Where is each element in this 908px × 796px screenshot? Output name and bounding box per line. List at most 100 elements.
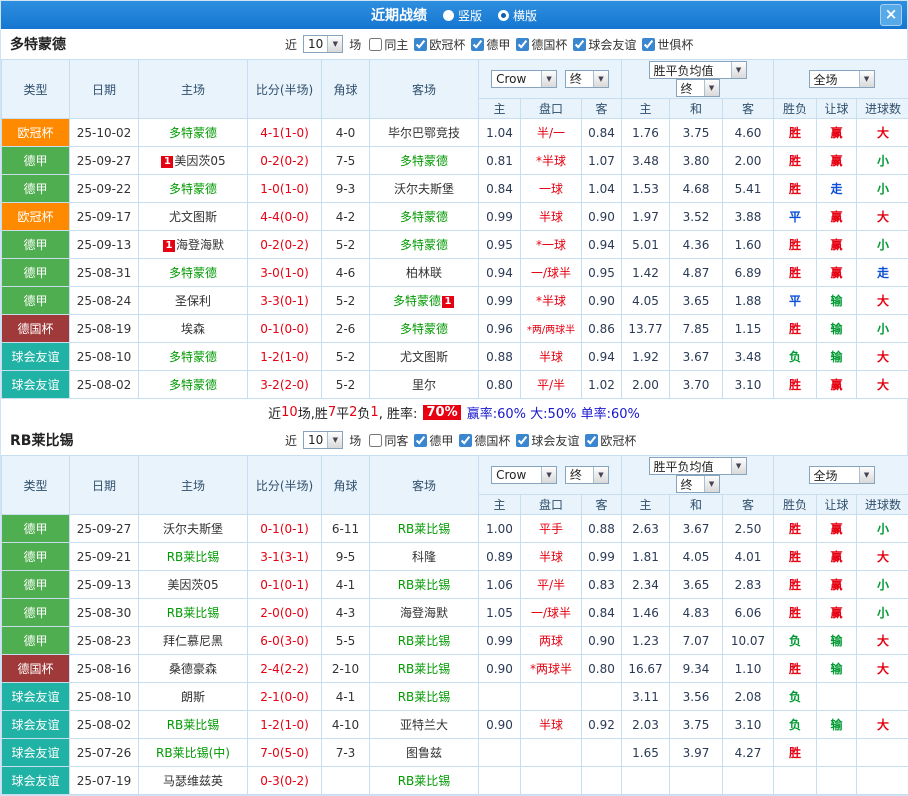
handicap-line: 平/半 — [521, 371, 582, 399]
close-icon[interactable]: × — [880, 4, 902, 26]
match-score: 0-3(0-2) — [248, 767, 322, 795]
away-team: RB莱比锡 — [370, 571, 479, 599]
home-team: RB莱比锡 — [139, 711, 248, 739]
avg-home-odds: 13.77 — [622, 315, 670, 343]
checkbox-input[interactable] — [516, 434, 529, 447]
away-odds: 0.84 — [582, 599, 622, 627]
filter-checkbox-德国杯[interactable]: 德国杯 — [459, 432, 510, 449]
team-name: 柏林联 — [406, 266, 442, 280]
match-date: 25-09-13 — [70, 571, 139, 599]
handicap-line: 一球 — [521, 175, 582, 203]
odds-final-select[interactable]: 终 ▼ — [565, 70, 609, 88]
corner-count: 5-2 — [322, 231, 370, 259]
filter-checkbox-球会友谊[interactable]: 球会友谊 — [516, 432, 579, 449]
subcol-away-odds: 客 — [582, 99, 622, 119]
avg-final-select[interactable]: 终 ▼ — [676, 475, 720, 493]
result-outcome: 负 — [774, 711, 817, 739]
goals-outcome — [857, 683, 908, 711]
table-row: 德甲25-09-271美因茨050-2(0-2)7-5多特蒙德0.81*半球1.… — [2, 147, 908, 175]
home-odds: 1.04 — [479, 119, 521, 147]
checkbox-input[interactable] — [369, 38, 382, 51]
filter-checkbox-label: 同客 — [384, 432, 408, 449]
radio-horizontal-label: 横版 — [513, 7, 537, 24]
filter-checkbox-欧冠杯[interactable]: 欧冠杯 — [414, 36, 465, 53]
odds-company-select[interactable]: Crow ▼ — [491, 70, 557, 88]
scope-select[interactable]: 全场 ▼ — [809, 70, 875, 88]
radio-unselected-icon — [443, 10, 454, 21]
avg-away-odds: 4.01 — [723, 543, 774, 571]
match-date: 25-09-17 — [70, 203, 139, 231]
layout-radio-vertical[interactable]: 竖版 — [443, 7, 482, 24]
match-type-cell: 德甲 — [2, 571, 70, 599]
checkbox-input[interactable] — [414, 434, 427, 447]
filter-checkbox-德甲[interactable]: 德甲 — [471, 36, 510, 53]
table-row: 德甲25-09-131海登海默0-2(0-2)5-2多特蒙德0.95*一球0.9… — [2, 231, 908, 259]
filter-checkbox-欧冠杯[interactable]: 欧冠杯 — [585, 432, 636, 449]
avg-draw-odds: 3.80 — [670, 147, 723, 175]
col-score: 比分(半场) — [248, 456, 322, 515]
result-outcome: 胜 — [774, 315, 817, 343]
avg-home-odds: 1.53 — [622, 175, 670, 203]
checkbox-input[interactable] — [459, 434, 472, 447]
table-row: 德甲25-08-30RB莱比锡2-0(0-0)4-3海登海默1.05一/球半0.… — [2, 599, 908, 627]
filter-checkbox-德甲[interactable]: 德甲 — [414, 432, 453, 449]
summary-segment: 近 — [268, 403, 281, 422]
checkbox-input[interactable] — [369, 434, 382, 447]
avg-draw-odds: 9.34 — [670, 655, 723, 683]
team-name: RB莱比锡 — [398, 578, 451, 592]
avg-draw-odds: 3.65 — [670, 287, 723, 315]
chevron-down-icon: ▼ — [593, 71, 608, 87]
avg-away-odds: 2.08 — [723, 683, 774, 711]
avg-final-value: 终 — [681, 476, 693, 493]
filter-checkbox-同客[interactable]: 同客 — [369, 432, 408, 449]
checkbox-input[interactable] — [573, 38, 586, 51]
match-score: 0-2(0-2) — [248, 147, 322, 175]
avg-odds-select[interactable]: 胜平负均值 ▼ — [649, 61, 747, 79]
filter-checkbox-世俱杯[interactable]: 世俱杯 — [642, 36, 693, 53]
home-odds: 0.88 — [479, 343, 521, 371]
avg-final-select[interactable]: 终 ▼ — [676, 79, 720, 97]
match-count-select[interactable]: 10 ▼ — [303, 35, 343, 53]
filter-checkbox-球会友谊[interactable]: 球会友谊 — [573, 36, 636, 53]
matches-label: 场 — [349, 36, 361, 53]
home-team: 埃森 — [139, 315, 248, 343]
goals-outcome: 大 — [857, 543, 908, 571]
checkbox-input[interactable] — [585, 434, 598, 447]
filter-checkbox-德国杯[interactable]: 德国杯 — [516, 36, 567, 53]
titlebar-center: 近期战绩 竖版 横版 — [371, 5, 537, 25]
checkbox-input[interactable] — [471, 38, 484, 51]
avg-home-odds: 1.76 — [622, 119, 670, 147]
col-score: 比分(半场) — [248, 60, 322, 119]
table-row: 球会友谊25-08-10多特蒙德1-2(1-0)5-2尤文图斯0.88半球0.9… — [2, 343, 908, 371]
handicap-line: *一球 — [521, 231, 582, 259]
match-type-cell: 德甲 — [2, 147, 70, 175]
away-team: 多特蒙德 — [370, 315, 479, 343]
checkbox-input[interactable] — [414, 38, 427, 51]
col-away: 客场 — [370, 60, 479, 119]
table-row: 球会友谊25-07-26RB莱比锡(中)7-0(5-0)7-3图鲁兹1.653.… — [2, 739, 908, 767]
odds-final-select[interactable]: 终 ▼ — [565, 466, 609, 484]
odds-company-select[interactable]: Crow ▼ — [491, 466, 557, 484]
table-row: 德甲25-08-31多特蒙德3-0(1-0)4-6柏林联0.94一/球半0.95… — [2, 259, 908, 287]
corner-count: 4-0 — [322, 119, 370, 147]
home-odds: 0.84 — [479, 175, 521, 203]
checkbox-input[interactable] — [642, 38, 655, 51]
match-count-select[interactable]: 10 ▼ — [303, 431, 343, 449]
team-name: RB莱比锡 — [398, 634, 451, 648]
layout-radio-horizontal[interactable]: 横版 — [498, 7, 537, 24]
avg-odds-value: 胜平负均值 — [654, 62, 714, 79]
team-name: 沃尔夫斯堡 — [163, 522, 223, 536]
handicap-outcome: 走 — [817, 175, 857, 203]
handicap-line — [521, 767, 582, 795]
home-odds: 0.94 — [479, 259, 521, 287]
avg-odds-select[interactable]: 胜平负均值 ▼ — [649, 457, 747, 475]
home-team: 多特蒙德 — [139, 343, 248, 371]
scope-select[interactable]: 全场 ▼ — [809, 466, 875, 484]
avg-away-odds: 1.88 — [723, 287, 774, 315]
handicap-line: 一/球半 — [521, 259, 582, 287]
avg-draw-odds: 4.36 — [670, 231, 723, 259]
corner-count: 9-5 — [322, 543, 370, 571]
away-team: 柏林联 — [370, 259, 479, 287]
filter-checkbox-同主[interactable]: 同主 — [369, 36, 408, 53]
checkbox-input[interactable] — [516, 38, 529, 51]
